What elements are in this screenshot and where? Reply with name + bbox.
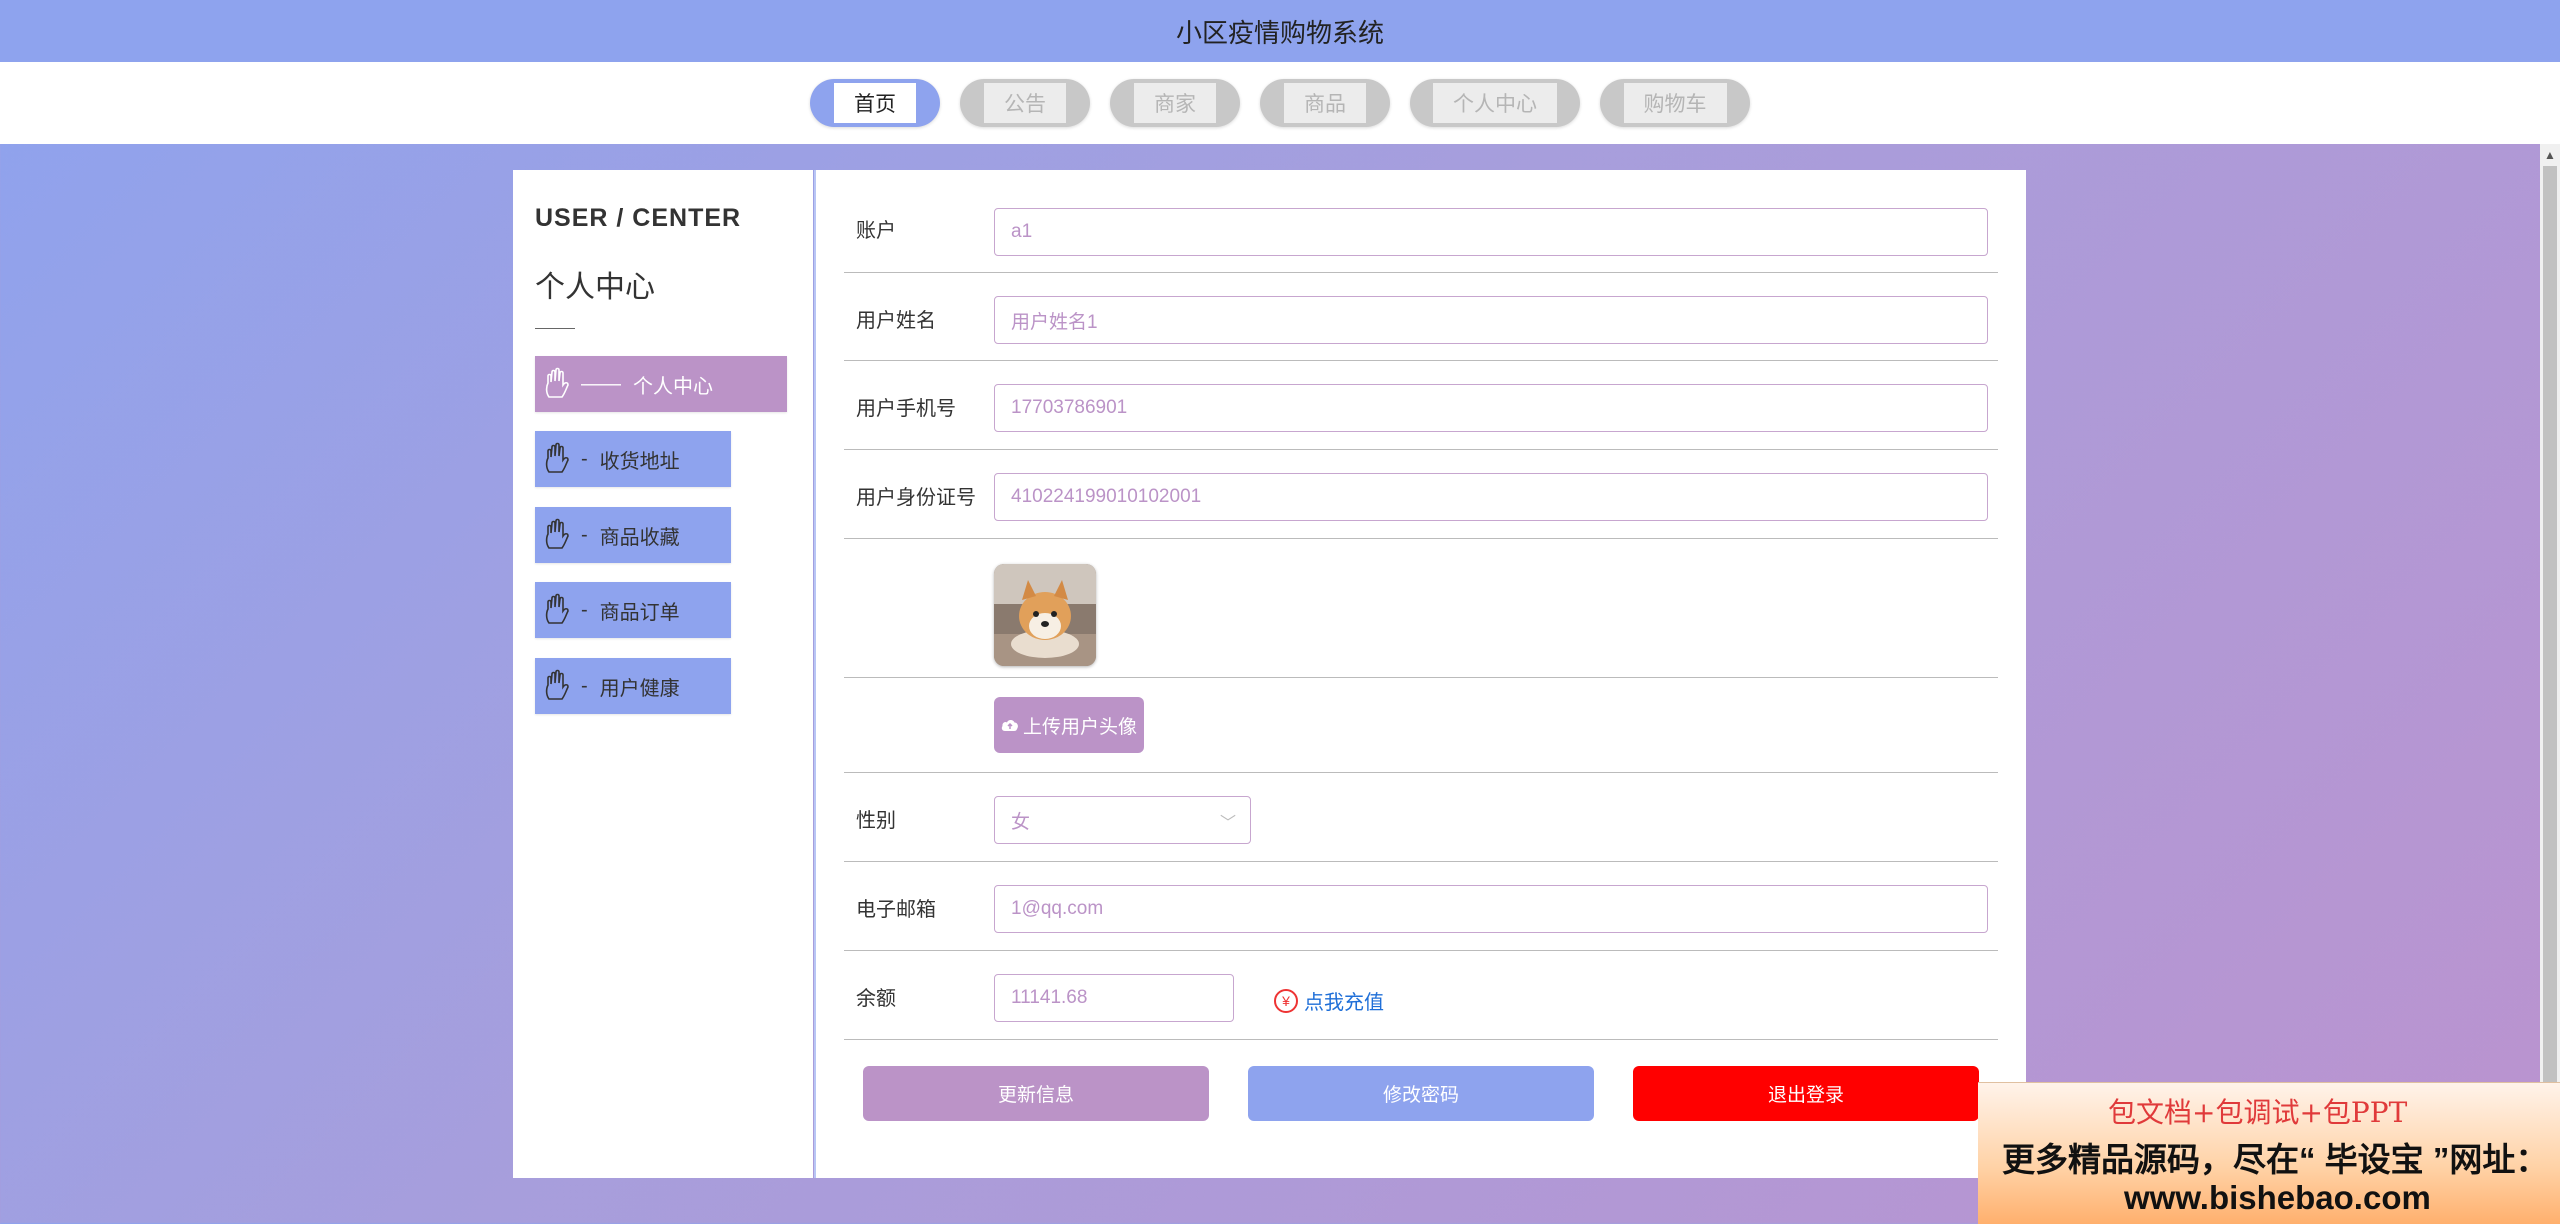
phone-label: 用户手机号 xyxy=(856,398,956,420)
nav-products-label: 商品 xyxy=(1284,83,1366,123)
nav-merchants[interactable]: 商家 xyxy=(1110,79,1240,127)
sidebar-title-cn: 个人中心 xyxy=(535,271,655,304)
recharge-label: 点我充值 xyxy=(1304,992,1384,1014)
menu-dash: - xyxy=(581,523,588,546)
form-row-avatar xyxy=(844,538,1998,678)
top-bar: 小区疫情购物系统 xyxy=(0,0,2560,62)
main-nav: 首页 公告 商家 商品 个人中心 购物车 xyxy=(0,62,2560,144)
nav-cart[interactable]: 购物车 xyxy=(1600,79,1750,127)
email-input[interactable]: 1@qq.com xyxy=(994,885,1988,933)
hand-icon xyxy=(545,593,569,624)
menu-dash: —— xyxy=(581,372,621,395)
form-row-balance: 余额 11141.68 ¥ 点我充值 xyxy=(844,950,1998,1040)
form-row-idcard: 用户身份证号 410224199010102001 xyxy=(844,449,1998,539)
menu-dash: - xyxy=(581,674,588,697)
nav-user-center[interactable]: 个人中心 xyxy=(1410,79,1580,127)
idcard-input[interactable]: 410224199010102001 xyxy=(994,473,1988,521)
hand-icon xyxy=(545,367,569,398)
nav-user-center-label: 个人中心 xyxy=(1433,83,1557,123)
nav-cart-label: 购物车 xyxy=(1623,83,1727,123)
avatar-dog-image xyxy=(994,564,1096,666)
nav-home-label: 首页 xyxy=(834,83,916,123)
promo-line-2: 更多精品源码，尽在“ 毕设宝 ”网址： xyxy=(2002,1141,2549,1178)
nav-merchants-label: 商家 xyxy=(1134,83,1216,123)
sidebar-item-orders[interactable]: - 商品订单 xyxy=(535,582,731,638)
upload-avatar-button[interactable]: 上传用户头像 xyxy=(994,697,1144,753)
sidebar-item-label: 个人中心 xyxy=(633,375,713,398)
sidebar-title-en: USER / CENTER xyxy=(535,204,742,232)
update-info-button[interactable]: 更新信息 xyxy=(863,1066,1209,1121)
user-sidebar: USER / CENTER 个人中心 —— 个人中心 - 收货地址 - 商品收藏… xyxy=(513,170,813,1178)
nav-announcements[interactable]: 公告 xyxy=(960,79,1090,127)
sidebar-item-favorites[interactable]: - 商品收藏 xyxy=(535,507,731,563)
sidebar-item-label: 收货地址 xyxy=(599,450,680,473)
logout-button[interactable]: 退出登录 xyxy=(1633,1066,1979,1121)
promo-banner: 包文档+包调试+包PPT 更多精品源码，尽在“ 毕设宝 ”网址： www.bis… xyxy=(1978,1082,2560,1224)
recharge-link[interactable]: ¥ 点我充值 xyxy=(1274,986,1384,1015)
name-label: 用户姓名 xyxy=(856,310,936,332)
gender-select[interactable]: 女 ﹀ xyxy=(994,796,1251,844)
account-label: 账户 xyxy=(856,220,896,242)
form-row-gender: 性别 女 ﹀ xyxy=(844,772,1998,862)
sidebar-item-user-center[interactable]: —— 个人中心 xyxy=(535,356,787,412)
scroll-up-arrow-icon[interactable]: ▲ xyxy=(2540,144,2560,164)
cloud-upload-icon xyxy=(1001,720,1018,731)
nav-announcements-label: 公告 xyxy=(984,83,1066,123)
page-scrollbar[interactable]: ▲ xyxy=(2540,144,2560,1223)
profile-form: 账户 a1 用户姓名 用户姓名1 用户手机号 17703786901 用户身份证… xyxy=(814,170,2026,1178)
change-password-button[interactable]: 修改密码 xyxy=(1248,1066,1594,1121)
nav-products[interactable]: 商品 xyxy=(1260,79,1390,127)
promo-line-3: www.bishebao.com xyxy=(2124,1179,2431,1216)
form-row-name: 用户姓名 用户姓名1 xyxy=(844,272,1998,361)
phone-input[interactable]: 17703786901 xyxy=(994,384,1988,432)
gender-selected-value: 女 xyxy=(1011,811,1031,833)
sidebar-item-label: 商品收藏 xyxy=(599,526,680,549)
account-input[interactable]: a1 xyxy=(994,208,1988,256)
menu-dash: - xyxy=(581,598,588,621)
form-row-upload: 上传用户头像 xyxy=(844,677,1998,773)
name-input[interactable]: 用户姓名1 xyxy=(994,296,1988,344)
hand-icon xyxy=(545,669,569,700)
menu-dash: - xyxy=(581,447,588,470)
form-row-account: 账户 a1 xyxy=(844,200,1998,273)
sidebar-item-label: 用户健康 xyxy=(599,677,680,700)
scrollbar-thumb[interactable] xyxy=(2543,166,2557,1096)
sidebar-divider xyxy=(535,328,575,329)
user-avatar xyxy=(994,564,1096,666)
form-row-email: 电子邮箱 1@qq.com xyxy=(844,861,1998,951)
gender-label: 性别 xyxy=(856,810,896,832)
hand-icon xyxy=(545,518,569,549)
balance-label: 余额 xyxy=(856,988,896,1010)
email-label: 电子邮箱 xyxy=(856,899,936,921)
form-row-phone: 用户手机号 17703786901 xyxy=(844,360,1998,450)
nav-home[interactable]: 首页 xyxy=(810,79,940,127)
yen-icon: ¥ xyxy=(1274,988,1298,1013)
system-title: 小区疫情购物系统 xyxy=(1175,17,1384,48)
idcard-label: 用户身份证号 xyxy=(856,487,976,509)
chevron-down-icon: ﹀ xyxy=(1219,815,1236,832)
sidebar-item-label: 商品订单 xyxy=(599,601,680,624)
upload-avatar-label: 上传用户头像 xyxy=(1022,716,1137,738)
promo-line-1: 包文档+包调试+包PPT xyxy=(2108,1096,2408,1129)
hand-icon xyxy=(545,442,569,473)
balance-input[interactable]: 11141.68 xyxy=(994,974,1234,1022)
sidebar-item-shipping-address[interactable]: - 收货地址 xyxy=(535,431,731,487)
sidebar-item-health[interactable]: - 用户健康 xyxy=(535,658,731,714)
